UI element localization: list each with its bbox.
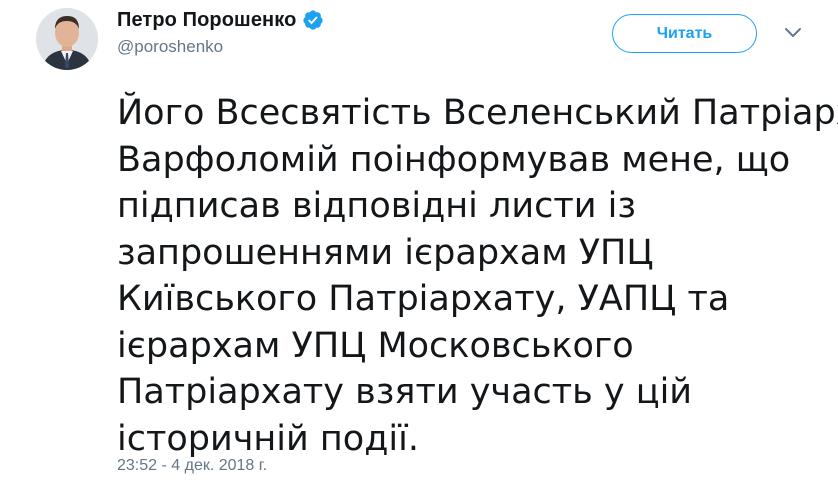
author-name-row: Петро Порошенко <box>117 5 324 35</box>
author-display-name[interactable]: Петро Порошенко <box>117 9 296 32</box>
tweet-text-line: Його Всесвятість Вселенський Патріарх <box>117 93 838 133</box>
tweet-text-line: Київського Патріархату, УАПЦ та <box>117 279 730 319</box>
tweet-text-line: запрошеннями ієрархам УПЦ <box>117 232 654 273</box>
tweet-text-line: ієрархам УПЦ Московського <box>117 325 634 366</box>
avatar-photo <box>36 8 98 70</box>
tweet-text: Його Всесвятість Вселенський Патріарх Ва… <box>117 90 838 462</box>
tweet-text-line: історичній події. <box>117 418 419 459</box>
tweet-timestamp[interactable]: 23:52 - 4 дек. 2018 г. <box>117 457 267 475</box>
tweet-text-line: Варфоломій поінформував мене, що <box>117 139 791 180</box>
tweet-text-line: Патріархату взяти участь у цій <box>117 372 693 412</box>
author-handle[interactable]: @poroshenko <box>117 37 223 57</box>
tweet-text-line: підписав відповідні листи із <box>117 186 636 226</box>
chevron-down-icon[interactable] <box>784 26 802 40</box>
follow-button[interactable]: Читать <box>612 14 757 53</box>
verified-badge-icon <box>302 9 324 31</box>
tweet-card: Петро Порошенко @poroshenko Читать Його … <box>0 0 838 493</box>
avatar[interactable] <box>36 8 98 70</box>
